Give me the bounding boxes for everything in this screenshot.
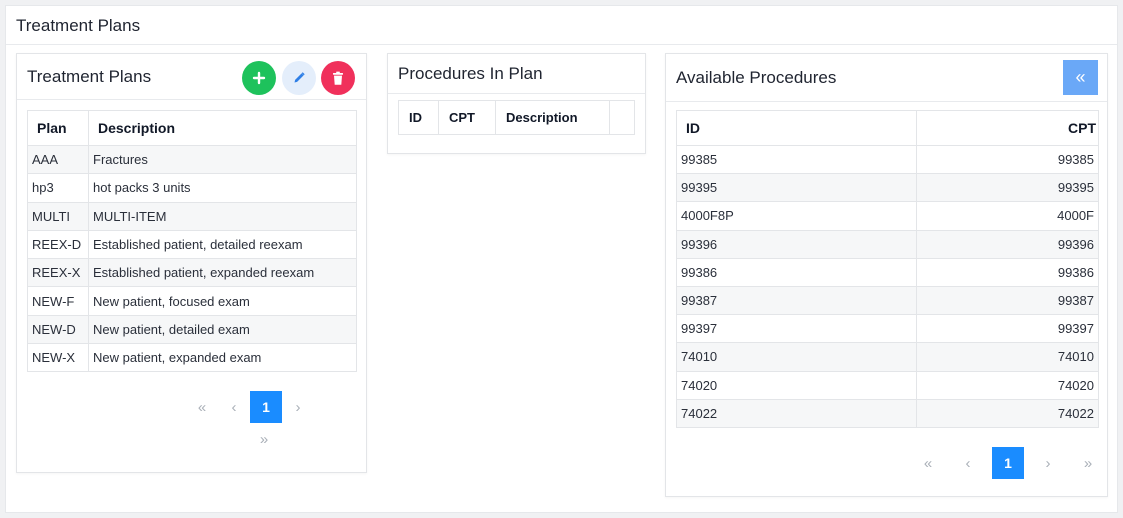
procedures-in-plan-card: Procedures In Plan ID CPT Description: [387, 53, 646, 154]
card-header: Available Procedures «: [666, 54, 1107, 102]
card-header: Treatment Plans: [17, 54, 366, 100]
last-page-button[interactable]: »: [248, 423, 280, 455]
description-cell: Fractures: [88, 144, 357, 175]
available-procedures-table: ID CPT 99385 99385 99395 99395 4000F8P 4000…: [676, 110, 1099, 428]
id-cell: 99386: [676, 257, 917, 287]
last-page-button[interactable]: »: [1072, 447, 1104, 479]
available-pager: « ‹ 1 › »: [912, 447, 1104, 479]
id-cell: 74020: [676, 370, 917, 400]
description-cell: New patient, detailed exam: [88, 314, 357, 345]
description-cell: MULTI-ITEM: [88, 201, 357, 231]
next-page-button[interactable]: ›: [282, 391, 314, 423]
plan-cell: MULTI: [27, 201, 89, 231]
plans-pager: « ‹ 1 ›: [186, 391, 314, 423]
treatment-plans-card: Treatment Plans Plan Description AAA Fra…: [16, 53, 367, 473]
description-cell: Established patient, detailed reexam: [88, 229, 357, 260]
table-row[interactable]: 99395 99395: [676, 173, 1099, 203]
delete-plan-button[interactable]: [321, 61, 355, 95]
description-cell: New patient, focused exam: [88, 286, 357, 316]
edit-plan-button[interactable]: [282, 61, 316, 95]
description-cell: New patient, expanded exam: [88, 343, 357, 373]
card-title: Procedures In Plan: [398, 63, 543, 83]
double-chevron-left-icon: «: [1075, 67, 1086, 87]
plans-table: Plan Description AAA Fractures hp3 hot pac…: [27, 110, 357, 373]
page-title: Treatment Plans: [6, 6, 1117, 45]
cpt-cell: 4000F: [916, 201, 1099, 231]
plans-pager-wrap: »: [248, 423, 280, 455]
id-cell: 74010: [676, 342, 917, 372]
plus-icon: [252, 71, 266, 85]
cpt-cell: 99395: [916, 173, 1099, 203]
table-row[interactable]: 99385 99385: [676, 144, 1099, 175]
cpt-cell: 99396: [916, 229, 1099, 259]
table-row[interactable]: NEW-F New patient, focused exam: [27, 286, 357, 316]
id-cell: 99395: [676, 173, 917, 203]
table-row[interactable]: 4000F8P 4000F: [676, 201, 1099, 231]
table-row[interactable]: 99387 99387: [676, 285, 1099, 316]
column-header-description[interactable]: Description: [88, 110, 357, 146]
column-header-cpt[interactable]: CPT: [438, 100, 496, 135]
cpt-cell: 99386: [916, 257, 1099, 287]
prev-page-button[interactable]: ‹: [952, 447, 984, 479]
column-header-description[interactable]: Description: [495, 100, 610, 135]
id-cell: 74022: [676, 398, 917, 428]
card-title: Treatment Plans: [27, 66, 152, 86]
plan-cell: REEX-X: [27, 258, 89, 288]
plan-cell: AAA: [27, 144, 89, 175]
trash-icon: [333, 71, 343, 85]
table-row[interactable]: 99396 99396: [676, 229, 1099, 259]
first-page-button[interactable]: «: [186, 391, 218, 423]
id-cell: 99387: [676, 285, 917, 316]
available-procedures-card: Available Procedures « ID CPT 99385 99385…: [665, 53, 1108, 497]
table-row[interactable]: 74020 74020: [676, 370, 1099, 400]
next-page-button[interactable]: ›: [1032, 447, 1064, 479]
table-row[interactable]: REEX-D Established patient, detailed reex…: [27, 229, 357, 260]
prev-page-button[interactable]: ‹: [218, 391, 250, 423]
table-row[interactable]: 99397 99397: [676, 314, 1099, 344]
plan-cell: NEW-X: [27, 343, 89, 373]
cpt-cell: 74020: [916, 370, 1099, 400]
column-header-plan[interactable]: Plan: [27, 110, 89, 146]
column-header-cpt[interactable]: CPT: [916, 110, 1099, 146]
card-header: Procedures In Plan: [388, 54, 645, 94]
table-row[interactable]: 74022 74022: [676, 398, 1099, 428]
column-header-extra: [609, 100, 635, 135]
page-1-button[interactable]: 1: [250, 391, 282, 423]
table-row[interactable]: hp3 hot packs 3 units: [27, 173, 357, 203]
add-plan-button[interactable]: [242, 61, 276, 95]
cpt-cell: 74022: [916, 398, 1099, 428]
table-row[interactable]: MULTI MULTI-ITEM: [27, 201, 357, 231]
table-row[interactable]: REEX-X Established patient, expanded reex…: [27, 258, 357, 288]
table-row[interactable]: NEW-X New patient, expanded exam: [27, 343, 357, 373]
id-cell: 99397: [676, 314, 917, 344]
description-cell: Established patient, expanded reexam: [88, 258, 357, 288]
page-1-button[interactable]: 1: [992, 447, 1024, 479]
column-header-id[interactable]: ID: [398, 100, 439, 135]
page: Treatment Plans Treatment Plans Plan Des…: [5, 5, 1118, 513]
id-cell: 4000F8P: [676, 201, 917, 231]
cpt-cell: 74010: [916, 342, 1099, 372]
id-cell: 99396: [676, 229, 917, 259]
plan-cell: NEW-F: [27, 286, 89, 316]
cpt-cell: 99385: [916, 144, 1099, 175]
plan-cell: REEX-D: [27, 229, 89, 260]
collapse-button[interactable]: «: [1063, 60, 1098, 95]
plan-cell: NEW-D: [27, 314, 89, 345]
cpt-cell: 99397: [916, 314, 1099, 344]
first-page-button[interactable]: «: [912, 447, 944, 479]
table-row[interactable]: NEW-D New patient, detailed exam: [27, 314, 357, 345]
table-row[interactable]: 99386 99386: [676, 257, 1099, 287]
id-cell: 99385: [676, 144, 917, 175]
table-row[interactable]: AAA Fractures: [27, 144, 357, 175]
column-header-id[interactable]: ID: [676, 110, 917, 146]
table-row[interactable]: 74010 74010: [676, 342, 1099, 372]
card-title: Available Procedures: [676, 67, 837, 87]
plan-cell: hp3: [27, 173, 89, 203]
cpt-cell: 99387: [916, 285, 1099, 316]
pencil-icon: [294, 72, 305, 83]
description-cell: hot packs 3 units: [88, 173, 357, 203]
procedures-table: ID CPT Description: [398, 100, 635, 135]
